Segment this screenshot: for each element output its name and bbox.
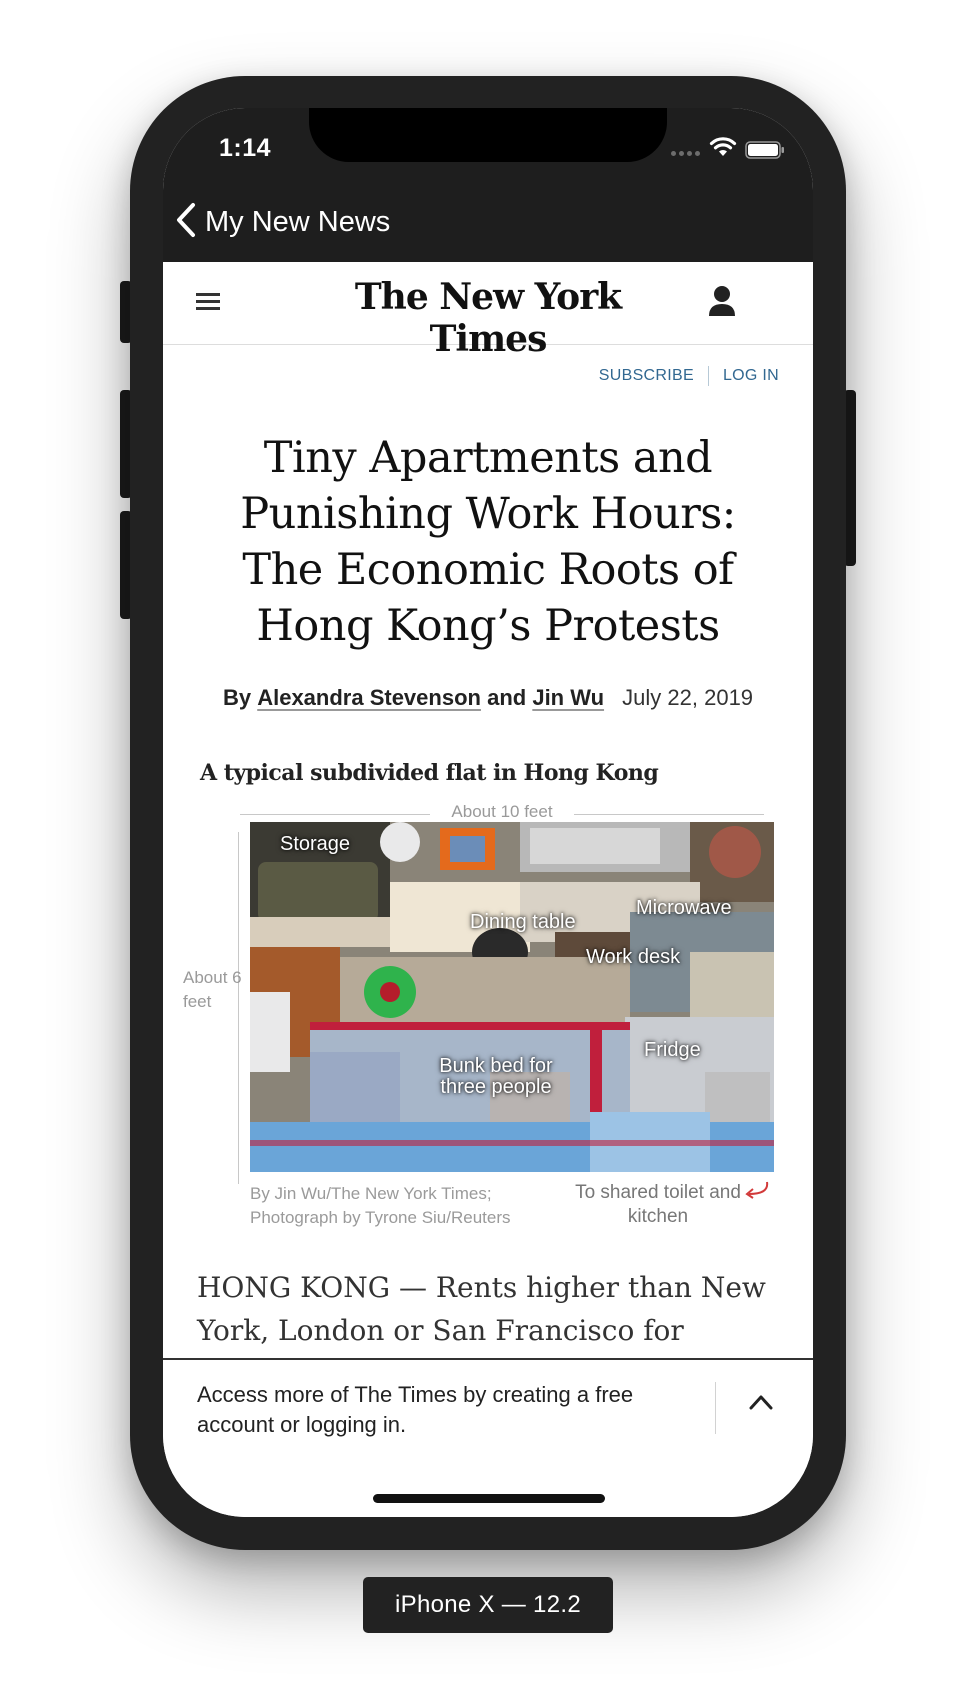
photo-credit: By Jin Wu/The New York Times; Photograph… <box>250 1184 511 1227</box>
subscribe-link[interactable]: SUBSCRIBE <box>599 367 694 385</box>
status-and-nav-bar: 1:14 My New News <box>163 108 813 262</box>
link-divider <box>707 366 709 386</box>
sheet-divider <box>715 1382 716 1434</box>
cellular-signal-icon <box>671 151 700 156</box>
nyt-header: The New York Times <box>163 262 813 360</box>
author-link-1[interactable]: Alexandra Stevenson <box>257 685 481 710</box>
device-label: iPhone X — 12.2 <box>363 1577 613 1633</box>
label-dining-table: Dining table <box>470 911 576 933</box>
home-indicator[interactable] <box>373 1494 605 1503</box>
apartment-photo[interactable]: Storage Dining table Microwave Work desk… <box>250 822 774 1172</box>
graphic-title: A typical subdivided flat in Hong Kong <box>200 760 659 786</box>
label-storage: Storage <box>280 833 351 855</box>
label-microwave: Microwave <box>636 897 732 919</box>
wifi-icon <box>709 136 737 163</box>
battery-icon <box>745 141 785 164</box>
label-shared-toilet: To shared toilet and kitchen <box>575 1182 741 1227</box>
byline-prefix: By <box>222 685 252 710</box>
width-label: About 10 feet <box>451 802 553 821</box>
status-time: 1:14 <box>219 134 272 162</box>
menu-icon[interactable] <box>195 290 221 317</box>
nyt-logo[interactable]: The New York Times <box>303 276 673 360</box>
label-bunk-bed: Bunk bed for three people <box>439 1055 553 1098</box>
login-link[interactable]: LOG IN <box>723 367 779 385</box>
byline: By Alexandra Stevenson and Jin Wu July 2… <box>163 685 813 711</box>
account-links: SUBSCRIBE LOG IN <box>599 366 779 386</box>
curved-arrow-icon <box>743 1180 771 1207</box>
chevron-left-icon <box>175 202 197 243</box>
author-link-2[interactable]: Jin Wu <box>532 685 604 710</box>
notch <box>309 108 667 162</box>
publish-date: July 22, 2019 <box>622 685 754 710</box>
article-headline: Tiny Apartments and Punishing Work Hours… <box>240 433 736 651</box>
phone-screen: 1:14 My New News The New York Times SUBS… <box>163 108 813 1517</box>
label-work-desk: Work desk <box>586 946 681 968</box>
account-icon[interactable] <box>707 284 737 323</box>
article-body: HONG KONG — Rents higher than New York, … <box>197 1271 766 1347</box>
height-label: About 6 feet <box>183 968 242 1011</box>
back-button[interactable]: My New News <box>175 202 390 242</box>
chevron-up-icon[interactable] <box>747 1392 775 1417</box>
sheet-message: Access more of The Times by creating a f… <box>197 1382 634 1437</box>
label-fridge: Fridge <box>644 1039 701 1061</box>
back-label: My New News <box>205 205 391 238</box>
byline-and: and <box>487 685 527 710</box>
